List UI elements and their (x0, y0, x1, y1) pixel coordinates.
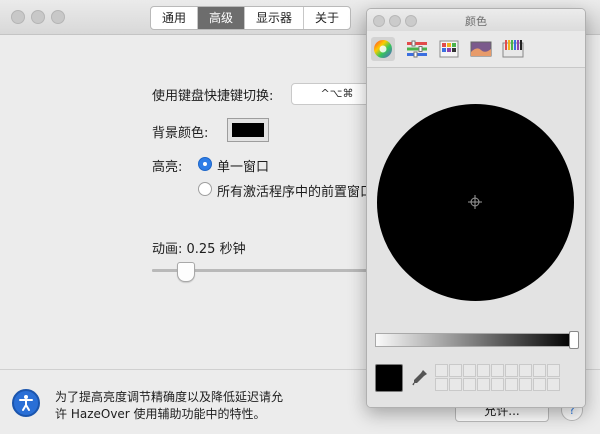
favorite-color-cell[interactable] (463, 364, 476, 377)
option-single-window: 单一窗口 (217, 160, 270, 175)
accessibility-message: 为了提高亮度调节精确度以及降低延迟请允 许 HazeOver 使用辅助功能中的特… (55, 389, 283, 423)
favorite-color-cell[interactable] (505, 378, 518, 391)
tab-about[interactable]: 关于 (304, 7, 350, 29)
radio-single-window[interactable] (198, 157, 212, 171)
animation-label: 动画: 0.25 秒钟 (152, 242, 246, 257)
favorite-color-cell[interactable] (449, 364, 462, 377)
favorite-color-cell[interactable] (435, 378, 448, 391)
bg-color-label: 背景颜色: (152, 126, 209, 141)
favorite-color-cell[interactable] (533, 364, 546, 377)
radio-all-front-windows[interactable] (198, 182, 212, 196)
palettes-icon[interactable] (437, 37, 461, 61)
favorite-color-cell[interactable] (477, 378, 490, 391)
color-panel-toolbar (367, 31, 585, 68)
color-wheel-icon[interactable] (371, 37, 395, 61)
color-wheel-crosshair[interactable] (468, 195, 482, 209)
favorite-color-cell[interactable] (477, 364, 490, 377)
brightness-slider[interactable] (375, 331, 579, 349)
minimize-button[interactable] (31, 10, 45, 24)
accessibility-message-line1: 为了提高亮度调节精确度以及降低延迟请允 (55, 390, 284, 404)
favorite-color-cell[interactable] (505, 364, 518, 377)
favorite-color-cell[interactable] (519, 378, 532, 391)
accessibility-icon (12, 389, 40, 417)
favorite-color-cell[interactable] (547, 364, 560, 377)
color-wheel[interactable] (377, 104, 574, 301)
favorite-color-cell[interactable] (491, 378, 504, 391)
image-palette-icon[interactable] (469, 37, 493, 61)
favorite-color-cell[interactable] (547, 378, 560, 391)
bg-color-well[interactable] (227, 118, 269, 142)
favorite-color-cell[interactable] (491, 364, 504, 377)
favorite-color-cell[interactable] (519, 364, 532, 377)
favorite-color-cell[interactable] (435, 364, 448, 377)
color-panel-body (367, 68, 585, 407)
bg-color-fill (232, 123, 264, 137)
tab-advanced[interactable]: 高级 (198, 7, 246, 29)
favorite-colors-grid (435, 364, 560, 391)
current-color-swatch[interactable] (375, 364, 403, 392)
color-panel: 颜色 (366, 8, 586, 408)
crayons-icon[interactable] (501, 37, 525, 61)
eyedropper-icon[interactable] (411, 368, 429, 386)
zoom-button[interactable] (51, 10, 65, 24)
accessibility-message-line2: 许 HazeOver 使用辅助功能中的特性。 (55, 407, 266, 421)
tab-general[interactable]: 通用 (151, 7, 199, 29)
tab-displays[interactable]: 显示器 (245, 7, 305, 29)
highlight-label: 高亮: (152, 160, 183, 175)
animation-slider[interactable] (152, 262, 372, 282)
color-panel-titlebar: 颜色 (367, 9, 585, 31)
option-all-front-windows: 所有激活程序中的前置窗口 (217, 185, 374, 200)
tab-bar: 通用 高级 显示器 关于 (150, 6, 352, 30)
favorite-color-cell[interactable] (463, 378, 476, 391)
favorite-color-cell[interactable] (449, 378, 462, 391)
favorite-color-cell[interactable] (533, 378, 546, 391)
sliders-icon[interactable] (405, 37, 429, 61)
close-button[interactable] (11, 10, 25, 24)
color-panel-title: 颜色 (465, 15, 487, 28)
shortcut-label: 使用键盘快捷键切换: (152, 89, 274, 104)
animation-slider-knob[interactable] (177, 262, 195, 282)
brightness-slider-knob[interactable] (569, 331, 579, 349)
